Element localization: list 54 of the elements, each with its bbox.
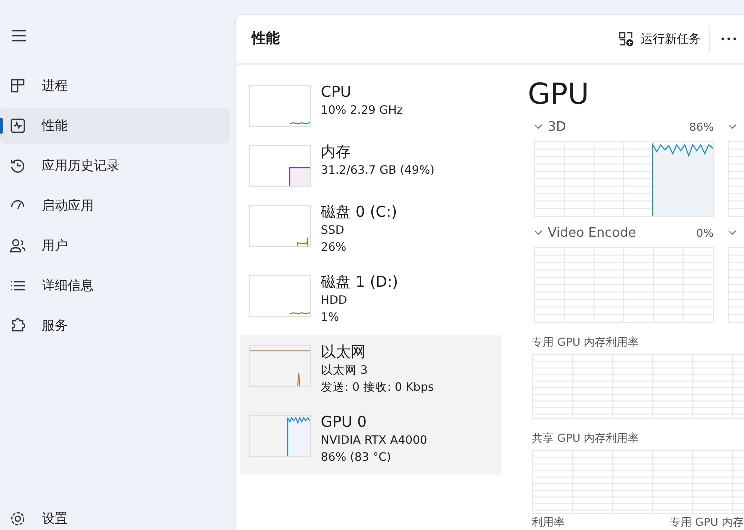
settings-icon: [10, 511, 26, 527]
detail-title: GPU: [528, 77, 590, 111]
pulse-icon: [10, 118, 26, 134]
engine-reading: 0%: [696, 226, 714, 240]
nav-item[interactable]: 应用历史记录: [0, 148, 230, 184]
settings-button[interactable]: 设置: [0, 508, 235, 530]
chart-label: 共享 GPU 内存利用率: [532, 430, 640, 446]
run-task-button[interactable]: 运行新任务: [610, 26, 710, 52]
device-item[interactable]: 以太网 以太网 3 发送: 0 接收: 0 Kbps: [240, 335, 501, 405]
device-detail: 31.2/63.7 GB (49%): [321, 162, 435, 179]
device-detail: 26%: [321, 239, 348, 256]
device-item[interactable]: CPU 10% 2.29 GHz: [240, 75, 501, 135]
device-detail: 1%: [321, 309, 340, 326]
puzzle-icon: [10, 318, 26, 334]
device-name: 以太网: [321, 343, 367, 362]
device-detail: 以太网 3: [321, 362, 369, 379]
nav-item[interactable]: 进程: [0, 68, 230, 104]
chevron-icon: [728, 230, 737, 236]
history-icon: [10, 158, 26, 174]
footer-label: 利用率: [532, 515, 565, 530]
chevron-icon: [534, 124, 543, 130]
device-detail: HDD: [321, 292, 348, 309]
chevron-icon: [534, 230, 543, 236]
device-item[interactable]: 内存 31.2/63.7 GB (49%): [240, 135, 501, 195]
device-name: 内存: [321, 143, 352, 162]
footer-label: 专用 GPU 内存: [670, 515, 744, 530]
chevron-icon: [728, 124, 737, 130]
device-item[interactable]: GPU 0 NVIDIA RTX A4000 86% (83 °C): [240, 405, 501, 475]
new-task-icon: [618, 31, 634, 47]
device-item[interactable]: 磁盘 0 (C:) SSD 26%: [240, 195, 501, 265]
more-icon: [721, 37, 737, 41]
nav-item[interactable]: 性能: [0, 108, 230, 144]
device-name: 磁盘 1 (D:): [321, 273, 398, 292]
nav-item[interactable]: 启动应用: [0, 188, 230, 224]
page-title: 性能: [252, 30, 281, 48]
nav-item[interactable]: 服务: [0, 308, 230, 344]
device-name: CPU: [321, 83, 352, 102]
device-detail: 发送: 0 接收: 0 Kbps: [321, 379, 434, 396]
grid-icon: [10, 78, 26, 94]
nav-item[interactable]: 用户: [0, 228, 230, 264]
device-item[interactable]: 磁盘 1 (D:) HDD 1%: [240, 265, 501, 335]
device-detail: SSD: [321, 222, 346, 239]
engine-label: Video Encode: [548, 226, 638, 240]
device-detail: 86% (83 °C): [321, 449, 392, 466]
engine-reading: 86%: [690, 120, 714, 134]
nav-item[interactable]: 详细信息: [0, 268, 230, 304]
menu-icon: [11, 30, 27, 42]
device-name: 磁盘 0 (C:): [321, 203, 398, 222]
device-detail: NVIDIA RTX A4000: [321, 432, 428, 449]
users-icon: [10, 238, 26, 254]
device-name: GPU 0: [321, 413, 368, 432]
engine-label: 3D: [548, 120, 568, 134]
device-detail: 10% 2.29 GHz: [321, 102, 404, 119]
chart-label: 专用 GPU 内存利用率: [532, 335, 640, 350]
